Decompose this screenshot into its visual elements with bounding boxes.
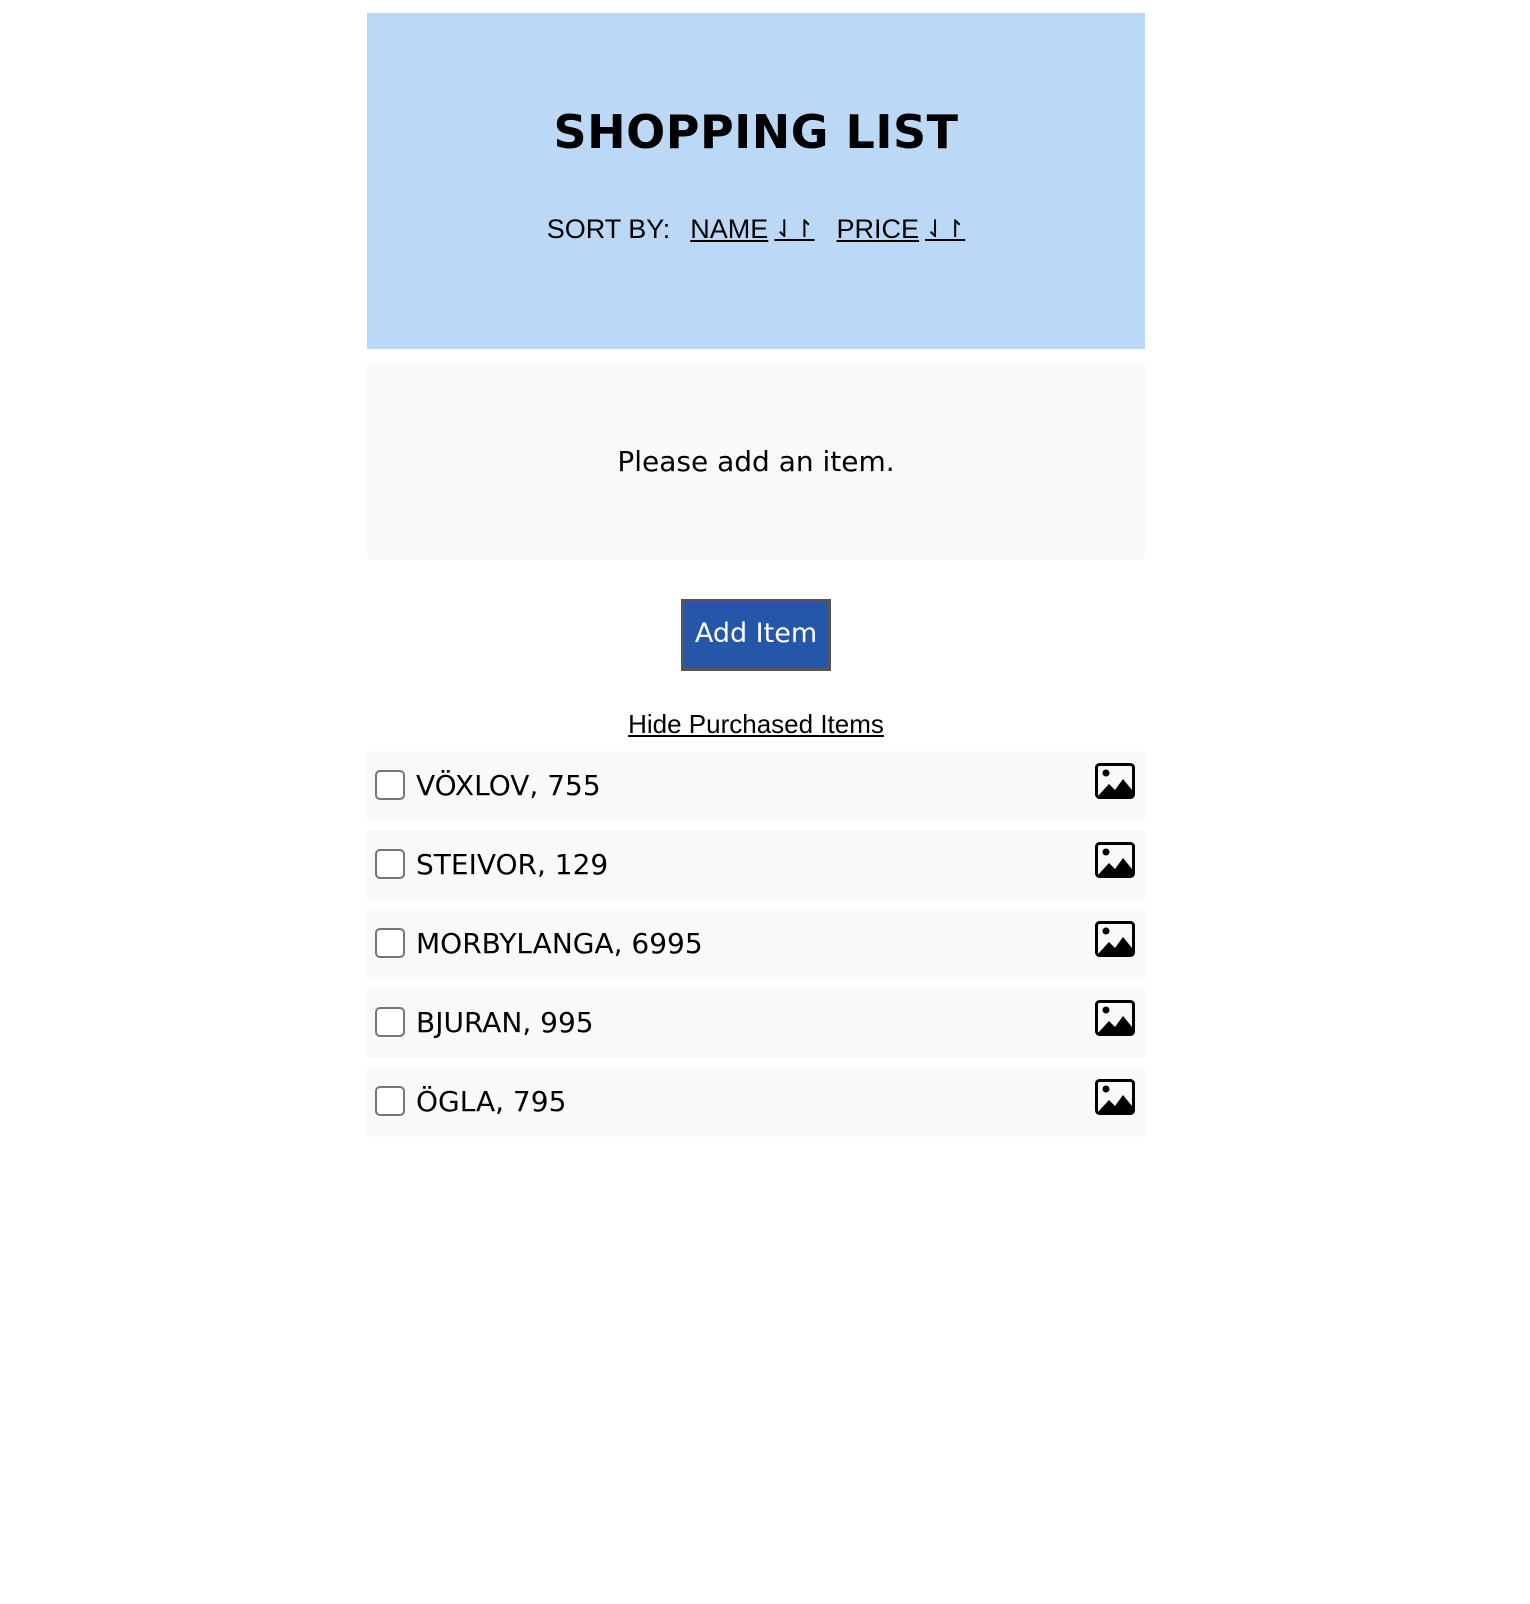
sort-by-label: SORT BY: <box>546 214 671 244</box>
item-label: ÖGLA, 795 <box>416 1085 567 1118</box>
item-checkbox[interactable] <box>375 927 405 958</box>
list-item: ÖGLA, 795 <box>367 1067 1145 1137</box>
item-label: STEIVOR, 129 <box>416 848 609 881</box>
sort-price-label: PRICE <box>836 214 920 244</box>
list-item: MORBYLANGA, 6995 <box>367 909 1145 979</box>
sort-bar: SORT BY: NAME ⇃↾ PRICE ⇃↾ <box>367 212 1145 246</box>
sort-arrows-icon: ⇃↾ <box>774 215 815 243</box>
image-icon[interactable] <box>1095 1079 1135 1115</box>
item-list: VÖXLOV, 755 STEIVOR, 129 MORBYLANGA, 699… <box>367 751 1145 1137</box>
hide-purchased-link[interactable]: Hide Purchased Items <box>367 709 1145 739</box>
page-title: SHOPPING LIST <box>553 105 959 159</box>
list-item: VÖXLOV, 755 <box>367 751 1145 821</box>
sort-by-name-link[interactable]: NAME ⇃↾ <box>690 212 814 246</box>
empty-state-panel: Please add an item. <box>367 363 1145 559</box>
image-icon[interactable] <box>1095 921 1135 957</box>
item-label: MORBYLANGA, 6995 <box>416 927 703 960</box>
image-icon[interactable] <box>1095 1000 1135 1036</box>
shopping-list-app: SHOPPING LIST SORT BY: NAME ⇃↾ PRICE ⇃↾ … <box>367 13 1145 1146</box>
item-checkbox[interactable] <box>375 769 405 800</box>
image-icon[interactable] <box>1095 842 1135 878</box>
item-label: VÖXLOV, 755 <box>416 769 601 802</box>
image-icon[interactable] <box>1095 763 1135 799</box>
item-label: BJURAN, 995 <box>416 1006 594 1039</box>
sort-by-price-link[interactable]: PRICE ⇃↾ <box>837 212 966 246</box>
item-checkbox[interactable] <box>375 1085 405 1116</box>
item-checkbox[interactable] <box>375 1006 405 1037</box>
header-panel: SHOPPING LIST SORT BY: NAME ⇃↾ PRICE ⇃↾ <box>367 13 1145 349</box>
empty-state-message: Please add an item. <box>617 444 895 478</box>
add-item-wrapper: Add Item <box>367 599 1145 671</box>
list-item: BJURAN, 995 <box>367 988 1145 1058</box>
sort-name-label: NAME <box>690 214 769 244</box>
item-checkbox[interactable] <box>375 848 405 879</box>
sort-arrows-icon: ⇃↾ <box>925 215 966 243</box>
add-item-button[interactable]: Add Item <box>681 599 831 671</box>
list-item: STEIVOR, 129 <box>367 830 1145 900</box>
